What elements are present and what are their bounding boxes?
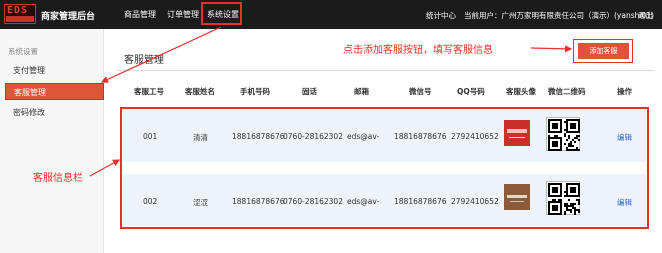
arrow-to-info-column <box>89 159 121 177</box>
arrow-nav-to-sidebar <box>100 26 222 83</box>
arrow-to-add-button <box>530 45 573 53</box>
annotation-arrows <box>89 26 573 177</box>
